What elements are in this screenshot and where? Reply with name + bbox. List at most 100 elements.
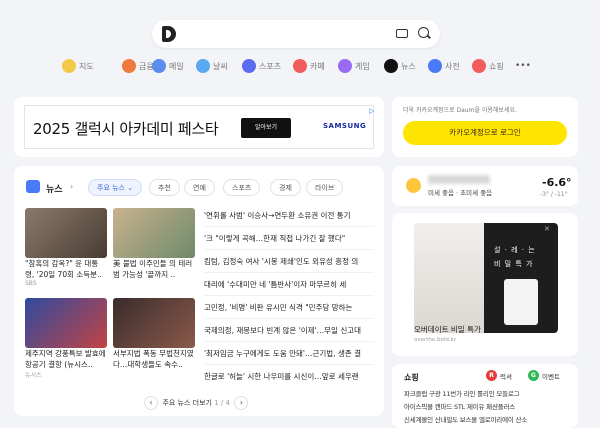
weather-icon bbox=[196, 59, 210, 73]
service-label: 메일 bbox=[169, 61, 184, 71]
more-news-link[interactable]: 주요 뉴스 더보기 bbox=[162, 399, 212, 407]
headline-link[interactable]: 킴텀, 김정숙 여사 '시봉 제쇄'인도 외유성 흥정 의 bbox=[204, 256, 380, 267]
badge-label: 럭셔 bbox=[500, 372, 512, 381]
news-card[interactable]: "참혹의 감옥?" 윤 대통령, '20일 70회 소득분.. SBS bbox=[25, 208, 107, 287]
service-label: 스포츠 bbox=[259, 61, 282, 71]
tab-main-news[interactable]: 주요 뉴스 ⌄ bbox=[88, 179, 143, 196]
chevron-right-icon[interactable]: › bbox=[70, 182, 73, 191]
news-card[interactable]: 美 불법 이주민들 의 테러범 가능성 '끝까지 .. bbox=[113, 208, 195, 280]
sports-icon bbox=[242, 59, 256, 73]
login-panel: 더욱 카카오계정으로 Daum을 이용해보세요. 카카오계정으로 로그인 bbox=[392, 97, 578, 157]
news-panel: 뉴스 › 주요 뉴스 ⌄ 추천 연예 스포츠 경제 라이브 "참혹의 감옥?" … bbox=[14, 166, 384, 416]
sunny-icon bbox=[406, 178, 421, 193]
weather-panel[interactable]: 미세 좋음 · 초미세 좋음 -6.6° -3° / -11° bbox=[392, 166, 578, 206]
current-temperature: -6.6° bbox=[542, 176, 572, 189]
service-label: 뉴스 bbox=[401, 61, 416, 71]
side-ad[interactable]: ✕ 설 · 레 · 는 비 밀 특 가 오버데이트 비밀 특가 overthe.… bbox=[392, 213, 578, 356]
news-thumbnail bbox=[113, 298, 195, 348]
tab-recommend[interactable]: 추천 bbox=[149, 179, 180, 196]
service-label: 지도 bbox=[79, 61, 94, 71]
shopping-links[interactable]: 아이스픽몰 캔마드 STL 제이유 패션플러스 bbox=[404, 401, 515, 411]
tab-live[interactable]: 라이브 bbox=[306, 179, 344, 196]
service-cafe[interactable]: 카페 bbox=[293, 56, 325, 76]
side-ad-caption[interactable]: 오버데이트 비밀 특가 bbox=[414, 324, 481, 335]
shopping-title[interactable]: 쇼핑 bbox=[404, 372, 419, 383]
headline-link[interactable]: '연휘롤 사범' 이승사→연두환 소유권 이전 통기 bbox=[204, 210, 380, 221]
shopping-links[interactable]: 신세계몰인 산내필도 보스몰 엘로이리에이 산소 bbox=[404, 414, 527, 424]
adchoices-icon[interactable]: ▷ bbox=[369, 107, 374, 115]
mail-icon bbox=[152, 59, 166, 73]
dictionary-icon bbox=[428, 59, 442, 73]
ad-cta-button[interactable]: 알아보기 bbox=[241, 118, 291, 138]
ad-banner: 2025 갤럭시 아카데미 페스타 알아보기 SAMSUNG ▷ bbox=[14, 97, 384, 157]
ad-promo-panel: ✕ 설 · 레 · 는 비 밀 특 가 bbox=[484, 223, 558, 333]
news-card[interactable]: 서부지법 폭동 무법천지였다…대학생들도 속수.. bbox=[113, 298, 195, 370]
service-mail[interactable]: 메일 bbox=[152, 56, 184, 76]
divider bbox=[204, 364, 374, 365]
divider bbox=[204, 226, 374, 227]
ad-promo-line1: 설 · 레 · 는 bbox=[494, 246, 536, 254]
weather-location-blurred bbox=[428, 175, 490, 184]
product-image bbox=[504, 279, 538, 325]
live-icon bbox=[384, 59, 398, 73]
map-icon bbox=[62, 59, 76, 73]
keyboard-icon[interactable] bbox=[396, 29, 408, 38]
service-game[interactable]: 게임 bbox=[338, 56, 370, 76]
headline-link[interactable]: '크 "이렇게 곡해…한재 직접 나가긴 잘 했다" bbox=[204, 233, 380, 244]
news-card[interactable]: 제주지역 강풍특보 발효에 항공기 결항 (뉴시스.. 뉴시스 bbox=[25, 298, 107, 379]
divider bbox=[204, 318, 374, 319]
news-source: 뉴시스 bbox=[25, 372, 42, 379]
headline-link[interactable]: 대리에 '수대미만 네 '틈반사'이자 마무르히 세 bbox=[204, 279, 380, 290]
finance-icon bbox=[122, 59, 136, 73]
temperature-range: -3° / -11° bbox=[540, 191, 568, 198]
news-thumbnail bbox=[25, 298, 107, 348]
ad-creative[interactable]: 2025 갤럭시 아카데미 페스타 알아보기 SAMSUNG ▷ bbox=[24, 105, 374, 149]
more-icon: ••• bbox=[515, 61, 531, 71]
event-badge[interactable]: G 이벤트 bbox=[528, 370, 560, 381]
shopping-panel: 쇼핑 R 럭셔 G 이벤트 파크클럽 구광 11번가 라인 롤리인 모들로그 아이스… bbox=[392, 364, 578, 428]
news-thumbnail bbox=[113, 208, 195, 258]
tab-economy[interactable]: 경제 bbox=[270, 179, 301, 196]
service-weather[interactable]: 날씨 bbox=[196, 56, 228, 76]
search-bar[interactable] bbox=[152, 20, 440, 48]
tab-sports[interactable]: 스포츠 bbox=[223, 179, 261, 196]
service-shopping[interactable]: 쇼핑 bbox=[472, 56, 504, 76]
news-title[interactable]: 뉴스 bbox=[46, 182, 63, 195]
search-icon[interactable] bbox=[418, 27, 429, 38]
more-services-button[interactable]: ••• bbox=[515, 56, 531, 76]
service-sports[interactable]: 스포츠 bbox=[242, 56, 281, 76]
daum-logo-icon[interactable] bbox=[162, 26, 176, 42]
tab-label: 주요 뉴스 bbox=[97, 184, 125, 192]
side-ad-image[interactable]: ✕ 설 · 레 · 는 비 밀 특 가 bbox=[414, 223, 558, 333]
divider bbox=[204, 341, 374, 342]
shopping-links[interactable]: 파크클럽 구광 11번가 라인 롤리인 모들로그 bbox=[404, 388, 520, 398]
service-label: 게임 bbox=[355, 61, 370, 71]
news-source: SBS bbox=[25, 280, 37, 287]
kakao-login-button[interactable]: 카카오계정으로 로그인 bbox=[403, 121, 567, 145]
service-finance[interactable]: 금융 bbox=[122, 56, 154, 76]
headline-link[interactable]: '최저임금 누구에게도 도움 안돼'…근기법, 생존 결 bbox=[204, 348, 380, 359]
air-quality: 미세 좋음 · 초미세 좋음 bbox=[428, 189, 493, 197]
next-page-button[interactable]: › bbox=[234, 396, 249, 410]
luxury-icon: R bbox=[486, 370, 497, 381]
badge-label: 이벤트 bbox=[542, 372, 560, 381]
tab-entertainment[interactable]: 연예 bbox=[184, 179, 215, 196]
service-live[interactable]: 뉴스 bbox=[384, 56, 416, 76]
news-caption: 제주지역 강풍특보 발효에 항공기 결항 (뉴시스.. bbox=[25, 349, 106, 369]
prev-page-button[interactable]: ‹ bbox=[144, 396, 158, 410]
login-notice: 더욱 카카오계정으로 Daum을 이용해보세요. bbox=[403, 107, 517, 114]
divider bbox=[204, 295, 374, 296]
page-indicator: 1 / 4 bbox=[214, 399, 230, 407]
headline-link[interactable]: 고민정, '비명' 비판 유시민 식격 "민주당 망하는 bbox=[204, 302, 380, 313]
shopping-icon bbox=[472, 59, 486, 73]
divider bbox=[204, 272, 374, 273]
service-dictionary[interactable]: 사전 bbox=[428, 56, 460, 76]
headline-link[interactable]: 한글로 '허늘' 시한 나우미를 시신이…앞로 세우랜 bbox=[204, 371, 380, 382]
close-icon[interactable]: ✕ bbox=[544, 225, 550, 233]
service-map[interactable]: 지도 bbox=[62, 56, 94, 76]
game-icon bbox=[338, 59, 352, 73]
news-pager: ‹ 주요 뉴스 더보기 1 / 4 › bbox=[144, 396, 249, 410]
headline-link[interactable]: 국제의정, 재몽보다 빈계 않은 '이제'…무일 신고대 bbox=[204, 325, 380, 336]
luxury-badge[interactable]: R 럭셔 bbox=[486, 370, 512, 381]
service-label: 날씨 bbox=[213, 61, 228, 71]
